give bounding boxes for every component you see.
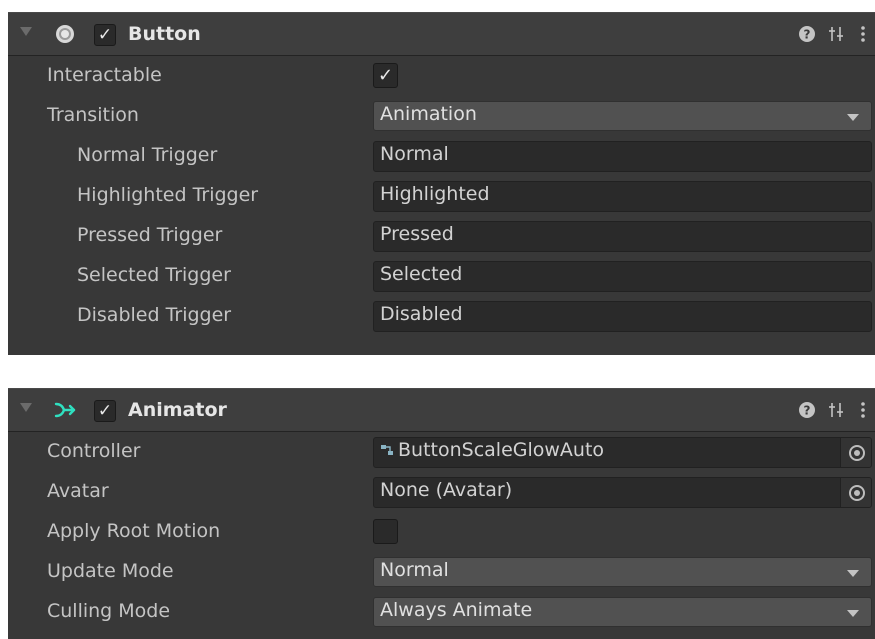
foldout-arrow-icon[interactable] bbox=[20, 27, 32, 36]
apply-root-motion-label: Apply Root Motion bbox=[47, 520, 221, 542]
pressed-trigger-label: Pressed Trigger bbox=[77, 224, 223, 246]
trigger-row: Highlighted Trigger Highlighted bbox=[8, 176, 875, 216]
chevron-down-icon bbox=[847, 114, 859, 121]
component-menu-icon[interactable] bbox=[859, 399, 867, 421]
controller-label: Controller bbox=[47, 440, 141, 462]
culling-mode-dropdown[interactable]: Always Animate bbox=[373, 597, 872, 627]
interactable-label: Interactable bbox=[47, 64, 162, 86]
transition-value: Animation bbox=[380, 103, 477, 125]
object-picker-icon bbox=[849, 445, 865, 461]
help-icon[interactable]: ? bbox=[797, 399, 817, 421]
presets-icon[interactable] bbox=[827, 399, 845, 421]
foldout-arrow-icon[interactable] bbox=[20, 403, 32, 412]
button-component-panel: ✓ Button ? Interactable ✓ Transition Ani… bbox=[8, 12, 875, 355]
animator-enabled-checkbox[interactable]: ✓ bbox=[94, 400, 116, 422]
object-picker-button[interactable] bbox=[840, 478, 871, 507]
update-mode-dropdown[interactable]: Normal bbox=[373, 557, 872, 587]
highlighted-trigger-field[interactable]: Highlighted bbox=[373, 181, 872, 212]
component-menu-icon[interactable] bbox=[859, 23, 867, 45]
selected-trigger-label: Selected Trigger bbox=[77, 264, 231, 286]
button-enabled-checkbox[interactable]: ✓ bbox=[94, 24, 116, 46]
apply-root-motion-row: Apply Root Motion bbox=[8, 512, 875, 552]
trigger-row: Normal Trigger Normal bbox=[8, 136, 875, 176]
selected-trigger-field[interactable]: Selected bbox=[373, 261, 872, 292]
animator-component-panel: ✓ Animator ? Controller ButtonScaleGlowA… bbox=[8, 388, 875, 639]
culling-mode-row: Culling Mode Always Animate bbox=[8, 592, 875, 632]
object-picker-icon bbox=[849, 485, 865, 501]
avatar-object-field[interactable]: None (Avatar) bbox=[373, 477, 872, 508]
controller-row: Controller ButtonScaleGlowAuto bbox=[8, 432, 875, 472]
update-mode-value: Normal bbox=[380, 559, 449, 581]
controller-object-field[interactable]: ButtonScaleGlowAuto bbox=[373, 437, 872, 468]
animator-controller-icon bbox=[380, 442, 394, 460]
culling-mode-value: Always Animate bbox=[380, 599, 533, 621]
interactable-checkbox[interactable]: ✓ bbox=[373, 63, 398, 88]
controller-value: ButtonScaleGlowAuto bbox=[398, 439, 605, 461]
animator-component-header[interactable]: ✓ Animator ? bbox=[8, 388, 875, 432]
avatar-value: None (Avatar) bbox=[380, 479, 513, 501]
apply-root-motion-checkbox[interactable] bbox=[373, 519, 398, 544]
disabled-trigger-field[interactable]: Disabled bbox=[373, 301, 872, 332]
trigger-row: Pressed Trigger Pressed bbox=[8, 216, 875, 256]
normal-trigger-field[interactable]: Normal bbox=[373, 141, 872, 172]
help-icon[interactable]: ? bbox=[797, 23, 817, 45]
avatar-label: Avatar bbox=[47, 480, 109, 502]
normal-trigger-label: Normal Trigger bbox=[77, 144, 218, 166]
chevron-down-icon bbox=[847, 570, 859, 577]
transition-dropdown[interactable]: Animation bbox=[373, 101, 872, 131]
update-mode-label: Update Mode bbox=[47, 560, 174, 582]
component-title: Button bbox=[128, 23, 201, 45]
avatar-row: Avatar None (Avatar) bbox=[8, 472, 875, 512]
trigger-row: Disabled Trigger Disabled bbox=[8, 296, 875, 336]
highlighted-trigger-label: Highlighted Trigger bbox=[77, 184, 259, 206]
pressed-trigger-field[interactable]: Pressed bbox=[373, 221, 872, 252]
animator-icon bbox=[54, 402, 76, 418]
trigger-row: Selected Trigger Selected bbox=[8, 256, 875, 296]
svg-text:?: ? bbox=[804, 28, 811, 42]
presets-icon[interactable] bbox=[827, 23, 845, 45]
object-picker-button[interactable] bbox=[840, 438, 871, 467]
transition-label: Transition bbox=[47, 104, 139, 126]
svg-text:?: ? bbox=[804, 404, 811, 418]
interactable-row: Interactable ✓ bbox=[8, 56, 875, 96]
button-component-icon bbox=[56, 25, 74, 43]
update-mode-row: Update Mode Normal bbox=[8, 552, 875, 592]
culling-mode-label: Culling Mode bbox=[47, 600, 171, 622]
chevron-down-icon bbox=[847, 610, 859, 617]
transition-row: Transition Animation bbox=[8, 96, 875, 136]
component-title: Animator bbox=[128, 399, 227, 421]
button-component-header[interactable]: ✓ Button ? bbox=[8, 12, 875, 56]
disabled-trigger-label: Disabled Trigger bbox=[77, 304, 232, 326]
